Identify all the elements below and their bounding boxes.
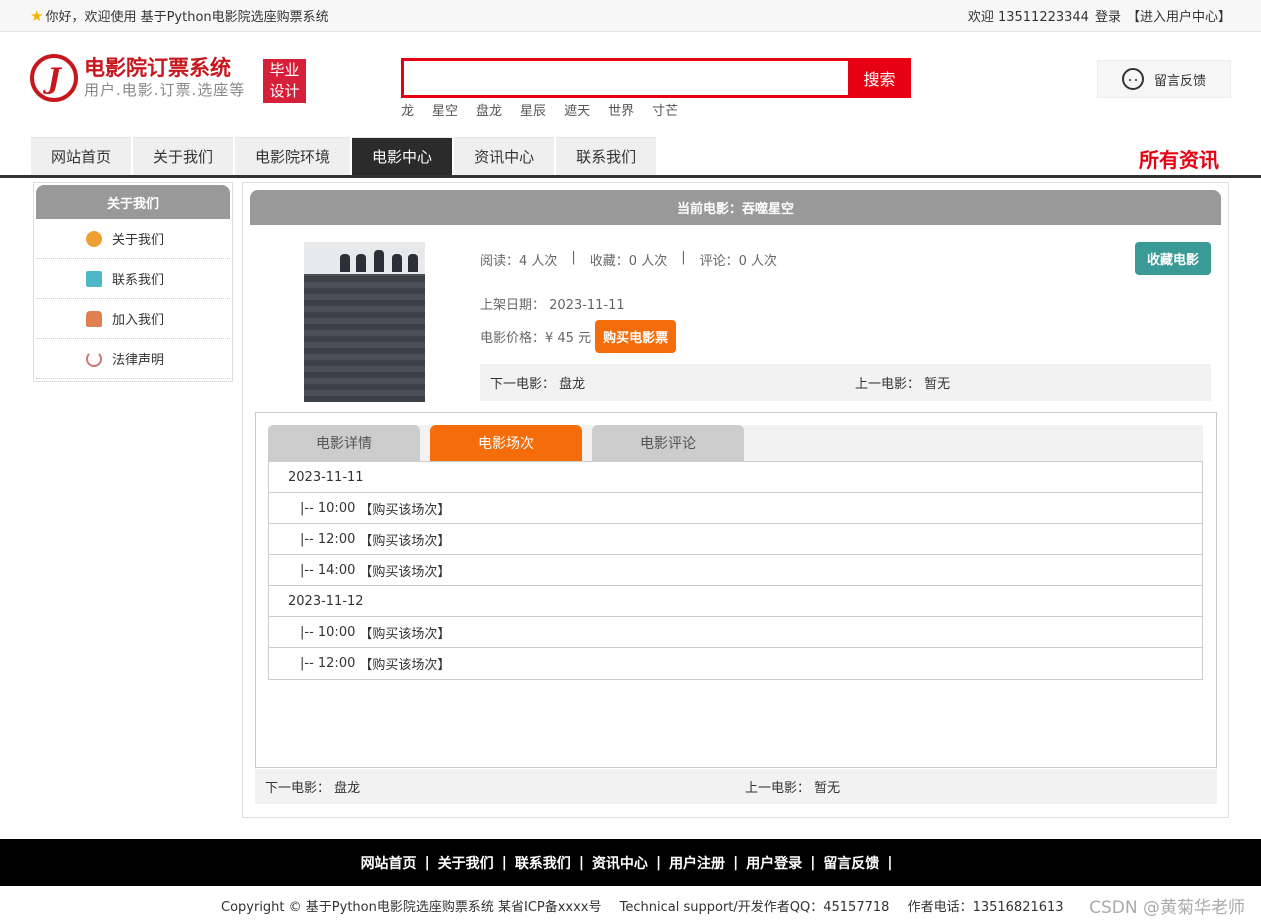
footer-nav: 网站首页 | 关于我们 | 联系我们 | 资讯中心 | 用户注册 | 用户登录 | 留言反馈… — [0, 839, 1261, 886]
nav-item-about[interactable]: 关于我们 — [133, 137, 234, 175]
hot-word[interactable]: 星辰 — [520, 100, 546, 119]
footer-link-register[interactable]: 用户注册 — [669, 853, 725, 873]
login-link[interactable]: 登录 — [1095, 6, 1121, 25]
prev-movie-link[interactable]: 上一电影： 暂无 — [745, 777, 840, 796]
bottom-movie-navigation: 下一电影： 盘龙 上一电影： 暂无 — [255, 769, 1217, 804]
clipboard-icon — [86, 270, 102, 287]
user-center-link[interactable]: 【进入用户中心】 — [1127, 6, 1231, 25]
site-logo[interactable]: J 电影院订票系统 用户.电影.订票.选座等 — [30, 54, 245, 102]
sidebar-title: 关于我们 — [36, 185, 230, 219]
buy-session-link[interactable]: 【购买该场次】 — [359, 530, 450, 549]
logo-title: 电影院订票系统 — [84, 56, 231, 80]
session-date-row: 2023-11-12 — [269, 586, 1202, 617]
movie-header: 当前电影：吞噬星空 — [250, 190, 1221, 225]
release-date: 上架日期： 2023-11-11 — [480, 298, 625, 313]
search-bar: 搜索 — [401, 58, 911, 98]
greeting-area: ★ 你好，欢迎使用 基于Python电影院选座购票系统 — [30, 6, 329, 26]
comment-count: 评论：0 人次 — [699, 254, 777, 269]
session-list: 2023-11-11 |-- 10:00 【购买该场次】 |-- 12:00 【… — [268, 461, 1203, 680]
tab-details[interactable]: 电影详情 — [268, 425, 420, 461]
buy-session-link[interactable]: 【购买该场次】 — [359, 499, 450, 518]
session-time-row: |-- 12:00 【购买该场次】 — [269, 524, 1202, 555]
graduation-badge: 毕业 设计 — [263, 59, 306, 103]
footer-link-feedback[interactable]: 留言反馈 — [823, 853, 879, 873]
user-links: 欢迎 13511223344 登录 【进入用户中心】 — [968, 6, 1231, 25]
greeting-text: 你好，欢迎使用 基于Python电影院选座购票系统 — [45, 10, 329, 25]
session-time-row: |-- 12:00 【购买该场次】 — [300, 654, 451, 673]
copyright: Copyright © 基于Python电影院选座购票系统 某省ICP备xxxx… — [0, 896, 1261, 915]
footer-link-about[interactable]: 关于我们 — [438, 853, 494, 873]
support-text: Technical support/开发作者QQ：45157718 — [619, 900, 890, 915]
buy-ticket-button[interactable]: 购买电影票 — [595, 320, 677, 353]
tab-comments[interactable]: 电影评论 — [592, 425, 744, 461]
feedback-button[interactable]: 留言反馈 — [1097, 60, 1231, 98]
sidebar-item-legal[interactable]: 法律声明 — [36, 339, 230, 379]
lock-icon — [86, 310, 102, 327]
next-movie-link[interactable]: 下一电影： 盘龙 — [490, 373, 585, 392]
movie-poster — [304, 242, 425, 402]
nav-item-news[interactable]: 资讯中心 — [454, 137, 555, 175]
watermark: CSDN @黄菊华老师 — [1089, 898, 1245, 918]
price-area: 电影价格：¥ 45 元 购买电影票 — [480, 320, 677, 353]
hot-word[interactable]: 遮天 — [564, 100, 590, 119]
movie-navigation: 下一电影： 盘龙 上一电影： 暂无 — [480, 364, 1211, 401]
hot-word[interactable]: 龙 — [401, 100, 414, 119]
session-date-row: 2023-11-11 — [269, 462, 1202, 493]
all-news-link[interactable]: 所有资讯 — [1139, 144, 1219, 173]
session-time-row: |-- 10:00 【购买该场次】 — [269, 493, 1202, 524]
footer-link-news[interactable]: 资讯中心 — [592, 853, 648, 873]
sidebar: 关于我们 关于我们 联系我们 加入我们 法律声明 — [33, 182, 233, 382]
hot-word[interactable]: 寸芒 — [652, 100, 678, 119]
nav-item-contact[interactable]: 联系我们 — [556, 137, 657, 175]
sidebar-item-about[interactable]: 关于我们 — [36, 219, 230, 259]
main-nav: 网站首页 关于我们 电影院环境 电影中心 资讯中心 联系我们 所有资讯 — [0, 134, 1261, 178]
favorite-count: 收藏：0 人次 — [589, 254, 668, 269]
sidebar-item-join[interactable]: 加入我们 — [36, 299, 230, 339]
read-count: 阅读：4 人次 — [480, 254, 558, 269]
nav-item-home[interactable]: 网站首页 — [31, 137, 132, 175]
nav-item-movies[interactable]: 电影中心 — [352, 137, 453, 175]
welcome-text: 欢迎 13511223344 — [967, 10, 1089, 25]
prev-movie-link[interactable]: 上一电影： 暂无 — [855, 373, 950, 392]
session-time-row: |-- 14:00 【购买该场次】 — [269, 555, 1202, 586]
about-icon — [86, 230, 102, 247]
logo-subtitle: 用户.电影.订票.选座等 — [84, 81, 246, 99]
buy-session-link[interactable]: 【购买该场次】 — [359, 561, 450, 580]
hot-word[interactable]: 盘龙 — [476, 100, 502, 119]
favorite-movie-button[interactable]: 收藏电影 — [1135, 242, 1211, 275]
sidebar-item-contact[interactable]: 联系我们 — [36, 259, 230, 299]
nav-item-environment[interactable]: 电影院环境 — [235, 137, 351, 175]
customer-service-icon — [1121, 68, 1144, 90]
footer-link-login[interactable]: 用户登录 — [746, 853, 802, 873]
search-button[interactable]: 搜索 — [848, 58, 911, 98]
power-icon — [86, 350, 102, 367]
phone-text: 作者电话：13516821613 — [907, 900, 1064, 915]
footer-link-contact[interactable]: 联系我们 — [515, 853, 571, 873]
footer-link-home[interactable]: 网站首页 — [361, 853, 417, 873]
copyright-text: Copyright © 基于Python电影院选座购票系统 某省ICP备xxxx… — [221, 900, 602, 915]
tab-sessions[interactable]: 电影场次 — [430, 425, 582, 461]
hot-word[interactable]: 世界 — [608, 100, 634, 119]
logo-icon: J — [30, 54, 78, 102]
movie-stats: 阅读：4 人次 | 收藏：0 人次 | 评论：0 人次 — [480, 250, 777, 269]
main-content: 当前电影：吞噬星空 阅读：4 人次 | 收藏：0 人次 | 评论：0 人次 收藏… — [242, 182, 1229, 818]
hot-words: 龙 星空 盘龙 星辰 遮天 世界 寸芒 — [401, 100, 678, 119]
top-bar: ★ 你好，欢迎使用 基于Python电影院选座购票系统 欢迎 135112233… — [0, 0, 1261, 32]
site-header: J 电影院订票系统 用户.电影.订票.选座等 毕业 设计 搜索 龙 星空 盘龙 … — [0, 32, 1261, 134]
buy-session-link[interactable]: 【购买该场次】 — [359, 654, 450, 673]
session-time-row: |-- 10:00 【购买该场次】 — [269, 617, 1202, 648]
buy-session-link[interactable]: 【购买该场次】 — [359, 623, 450, 642]
feedback-label: 留言反馈 — [1153, 73, 1206, 89]
search-input[interactable] — [401, 58, 848, 98]
tab-strip: 电影详情 电影场次 电影评论 — [268, 425, 1203, 461]
movie-tabs-panel: 电影详情 电影场次 电影评论 2023-11-11 |-- 10:00 【购买该… — [255, 412, 1217, 768]
star-icon: ★ — [30, 6, 44, 25]
movie-price: 电影价格：¥ 45 元 — [480, 331, 592, 346]
next-movie-link[interactable]: 下一电影： 盘龙 — [265, 777, 360, 796]
hot-word[interactable]: 星空 — [432, 100, 458, 119]
